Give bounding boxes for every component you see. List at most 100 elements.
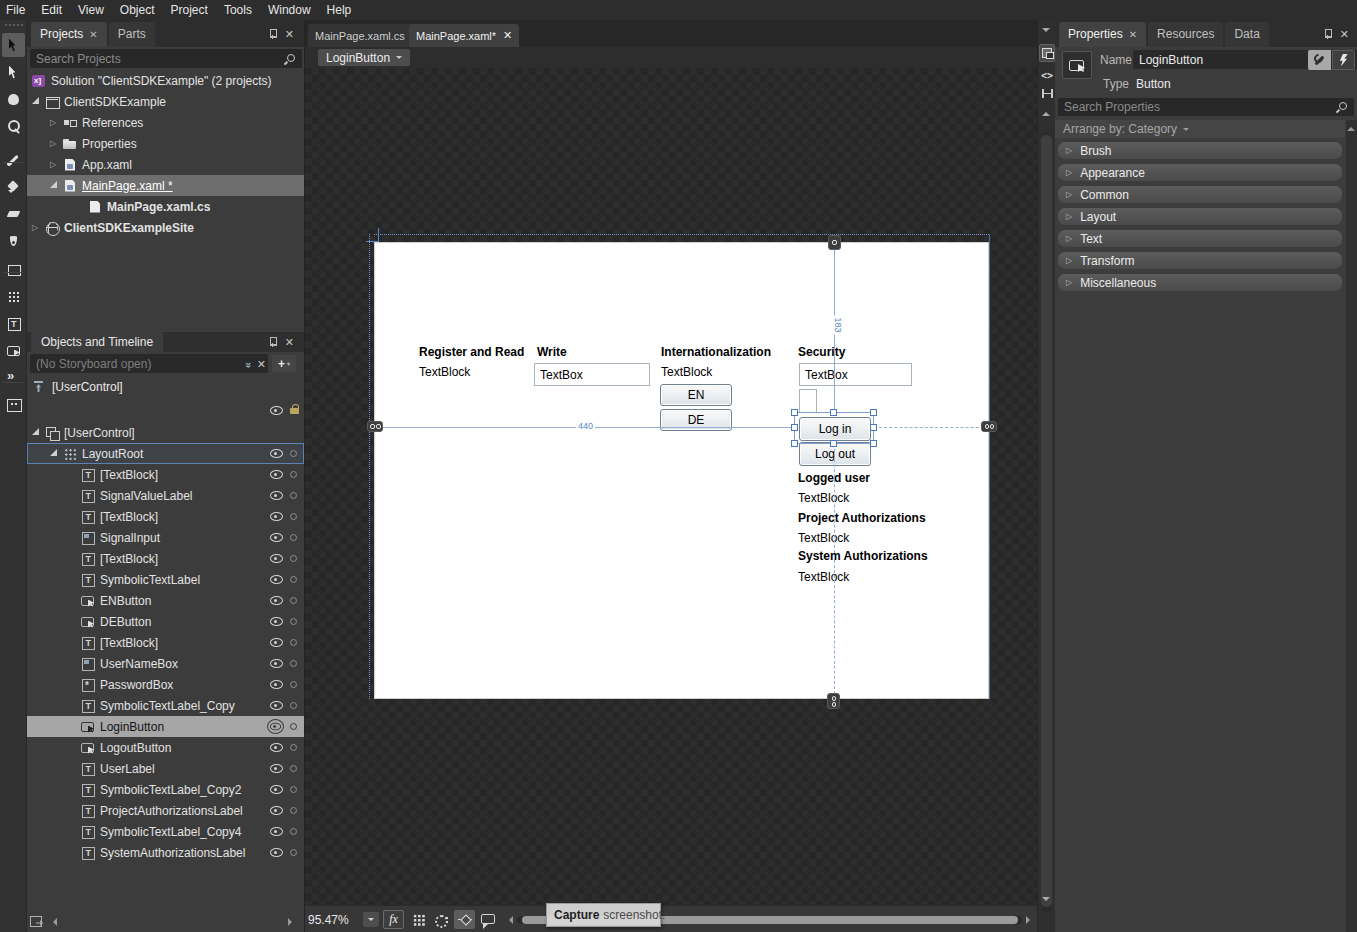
en-button[interactable]: EN	[660, 384, 732, 406]
tab-mainpage-xaml[interactable]: MainPage.xaml*✕	[409, 24, 519, 47]
signal-value-textblock[interactable]: TextBlock	[419, 365, 470, 379]
menu-object[interactable]: Object	[112, 1, 163, 19]
menu-help[interactable]: Help	[319, 1, 360, 19]
hscroll-right-icon[interactable]	[1026, 916, 1034, 924]
expander-arrow-icon[interactable]	[32, 223, 45, 232]
pin-icon[interactable]	[268, 337, 277, 347]
object-tree-item[interactable]: SignalValueLabel	[27, 485, 304, 506]
object-tree-item[interactable]: PasswordBox	[27, 674, 304, 695]
password-box[interactable]	[799, 389, 817, 413]
category-text[interactable]: ▷Text	[1058, 230, 1342, 247]
grid-layout-tool-icon[interactable]	[2, 284, 25, 308]
eye-column-icon[interactable]	[270, 406, 283, 415]
lock-dot-icon[interactable]	[290, 555, 297, 562]
resize-handle-se[interactable]	[870, 440, 877, 447]
snap-to-grid-button[interactable]	[431, 910, 452, 929]
project-tree-item[interactable]: MainPage.xaml *	[27, 175, 304, 196]
storyboard-mode-icon[interactable]	[30, 915, 44, 927]
lock-dot-icon[interactable]	[290, 534, 297, 541]
pin-icon[interactable]	[268, 29, 277, 39]
scroll-up-icon[interactable]	[1347, 123, 1355, 131]
lock-column-icon[interactable]	[290, 404, 300, 415]
anchor-top-icon[interactable]	[828, 235, 841, 250]
project-tree-item[interactable]: MainPage.xaml.cs	[27, 196, 304, 217]
properties-vscrollbar[interactable]	[1346, 120, 1357, 932]
object-tree-item[interactable]: LogoutButton	[27, 737, 304, 758]
properties-view-button[interactable]	[1308, 50, 1331, 70]
scroll-up-icon[interactable]	[1042, 108, 1050, 116]
menu-edit[interactable]: Edit	[33, 1, 70, 19]
scroll-left-icon[interactable]	[49, 918, 57, 926]
signal-input-textbox[interactable]: TextBox	[534, 363, 650, 386]
object-tree-item[interactable]: LoginButton	[27, 716, 304, 737]
zoom-dropdown-button[interactable]	[363, 912, 379, 927]
object-tree-item[interactable]: SymbolicTextLabel_Copy	[27, 695, 304, 716]
lock-dot-icon[interactable]	[290, 723, 297, 730]
category-layout[interactable]: ▷Layout	[1058, 208, 1342, 225]
text-tool-icon[interactable]	[2, 311, 25, 335]
scope-up-icon[interactable]	[33, 381, 46, 393]
object-tree-item[interactable]: UserNameBox	[27, 653, 304, 674]
design-canvas[interactable]: Register and Read TextBlock Write TextBo…	[374, 242, 989, 699]
project-tree-item[interactable]: Solution "ClientSDKExample" (2 projects)	[27, 70, 304, 91]
project-tree-item[interactable]: Properties	[27, 133, 304, 154]
pan-tool-icon[interactable]	[2, 87, 25, 111]
object-tree-item[interactable]: [UserControl]	[27, 422, 304, 443]
annotations-button[interactable]	[477, 910, 498, 929]
search-properties-input[interactable]: Search Properties	[1058, 98, 1354, 116]
category-brush[interactable]: ▷Brush	[1058, 142, 1342, 159]
system-authorizations-textblock[interactable]: TextBlock	[798, 570, 849, 584]
resize-handle-sw[interactable]	[791, 440, 798, 447]
object-tree-item[interactable]: LayoutRoot	[27, 443, 304, 464]
scroll-right-icon[interactable]	[288, 918, 296, 926]
menu-file[interactable]: File	[0, 1, 33, 19]
zoom-tool-icon[interactable]	[2, 114, 25, 138]
expander-arrow-icon[interactable]	[50, 139, 63, 148]
anchor-left-icon[interactable]	[367, 421, 383, 432]
expander-arrow-icon[interactable]	[32, 428, 45, 438]
object-tree-item[interactable]: [TextBlock]	[27, 632, 304, 653]
breadcrumb-element-button[interactable]: LoginButton	[318, 49, 410, 66]
lock-dot-icon[interactable]	[290, 786, 297, 793]
expander-arrow-icon[interactable]	[50, 118, 63, 127]
close-panel-icon[interactable]: ✕	[285, 29, 294, 39]
expander-arrow-icon[interactable]	[50, 181, 63, 191]
lock-dot-icon[interactable]	[290, 513, 297, 520]
lock-dot-icon[interactable]	[290, 681, 297, 688]
lock-dot-icon[interactable]	[290, 618, 297, 625]
lock-dot-icon[interactable]	[290, 828, 297, 835]
tab-mainpage-xaml-cs[interactable]: MainPage.xaml.cs	[308, 24, 412, 47]
object-tree-item[interactable]: [TextBlock]	[27, 464, 304, 485]
expander-arrow-icon[interactable]	[32, 97, 45, 107]
tab-objects-and-timeline[interactable]: Objects and Timeline	[31, 332, 163, 352]
resize-handle-n[interactable]	[830, 409, 837, 416]
lock-dot-icon[interactable]	[290, 702, 297, 709]
category-miscellaneous[interactable]: ▷Miscellaneous	[1058, 274, 1342, 291]
project-tree-item[interactable]: ClientSDKExample	[27, 91, 304, 112]
new-storyboard-button[interactable]: +▾	[272, 355, 296, 372]
tab-projects[interactable]: Projects✕	[31, 22, 107, 47]
visibility-eye-icon[interactable]	[267, 719, 284, 734]
resize-handle-w[interactable]	[791, 424, 798, 431]
eyedropper-tool-icon[interactable]	[2, 148, 25, 172]
category-appearance[interactable]: ▷Appearance	[1058, 164, 1342, 181]
close-icon[interactable]: ✕	[89, 29, 97, 40]
category-common[interactable]: ▷Common	[1058, 186, 1342, 203]
hscroll-left-icon[interactable]	[505, 916, 513, 924]
menu-window[interactable]: Window	[260, 1, 319, 19]
close-tab-icon[interactable]: ✕	[503, 29, 512, 42]
user-label-textblock[interactable]: TextBlock	[798, 491, 849, 505]
snap-to-snaplines-button[interactable]	[454, 910, 475, 929]
tab-parts[interactable]: Parts	[109, 22, 155, 47]
object-tree-item[interactable]: ProjectAuthorizationsLabel	[27, 800, 304, 821]
project-tree-item[interactable]: ClientSDKExampleSite	[27, 217, 304, 238]
lock-dot-icon[interactable]	[290, 492, 297, 499]
close-icon[interactable]: ✕	[1129, 29, 1137, 40]
rectangle-tool-icon[interactable]	[2, 257, 25, 281]
paint-bucket-tool-icon[interactable]	[2, 175, 25, 199]
object-tree-item[interactable]: SymbolicTextLabel_Copy4	[27, 821, 304, 842]
lock-dot-icon[interactable]	[290, 849, 297, 856]
search-projects-input[interactable]: Search Projects	[30, 49, 302, 68]
symbolic-text-textblock[interactable]: TextBlock	[661, 365, 712, 379]
close-panel-icon[interactable]: ✕	[1340, 29, 1349, 39]
